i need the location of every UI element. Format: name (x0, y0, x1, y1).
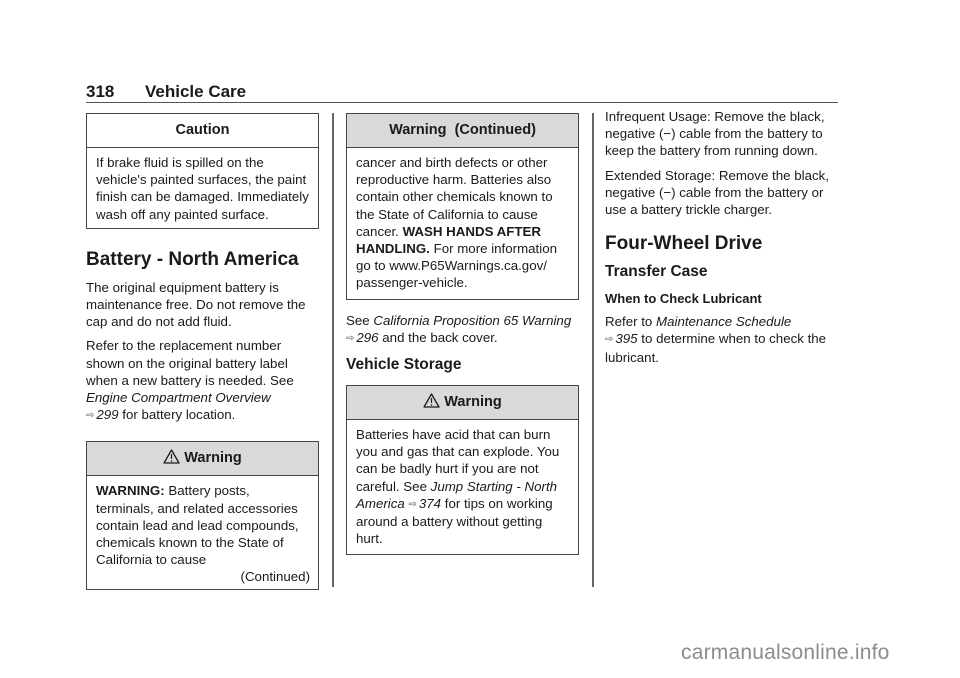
column-divider (592, 113, 594, 587)
four-wheel-drive-heading: Four-Wheel Drive (605, 233, 763, 255)
warning-header: Warning (347, 386, 578, 421)
warning-header: Warning (87, 442, 318, 477)
page-ref-395[interactable]: 395 (615, 331, 637, 346)
column-1: Caution If brake fluid is spilled on the… (86, 113, 319, 590)
warning-lead: WARNING: (96, 483, 165, 499)
infrequent-usage-para: Infrequent Usage: Remove the black, nega… (605, 109, 825, 159)
warning-continued-body: cancer and birth defects or other reprod… (356, 155, 557, 291)
page-header: 318 Vehicle Care (86, 82, 838, 103)
page-ref-arrow-icon: ⇨ (605, 334, 614, 346)
ref-prop65[interactable]: California Proposition 65 Warning (373, 313, 571, 328)
continued-label: (Continued) (240, 569, 310, 585)
page-number: 318 (86, 82, 115, 101)
warning-continued-title: Warning (Continued) (347, 114, 578, 148)
warning-body: WARNING: Battery posts, terminals, and r… (96, 483, 310, 585)
warning-continued-box: Warning (Continued) cancer and birth def… (346, 113, 579, 300)
storage-warning-body: Batteries have acid that can burn you an… (356, 427, 560, 547)
caution-box: Caution If brake fluid is spilled on the… (86, 113, 319, 229)
page-ref-arrow-icon: ⇨ (86, 410, 95, 422)
column-divider (332, 113, 334, 587)
warning-box-lead: Warning WARNING: Battery posts, terminal… (86, 441, 319, 590)
extended-storage-para: Extended Storage: Remove the black, nega… (605, 167, 829, 218)
column-2: Warning (Continued) cancer and birth def… (346, 113, 579, 556)
column-3: Infrequent Usage: Remove the black, nega… (605, 108, 845, 373)
page-ref-arrow-icon: ⇨ (346, 332, 355, 344)
check-lubricant-heading: When to Check Lubricant (605, 291, 762, 307)
ref-maintenance-schedule[interactable]: Maintenance Schedule (656, 314, 791, 329)
warning-triangle-icon (423, 393, 440, 408)
page-ref-arrow-icon: ⇨ (408, 498, 417, 510)
caution-text: If brake fluid is spilled on the vehicle… (96, 155, 309, 222)
ref-engine-compartment[interactable]: Engine Compartment Overview (86, 390, 271, 405)
warning-title: Warning (444, 394, 502, 411)
page-ref-374[interactable]: 374 (419, 496, 441, 511)
battery-heading: Battery - North America (86, 248, 299, 270)
watermark: carmanualsonline.info (681, 641, 890, 664)
transfer-case-heading: Transfer Case (605, 263, 708, 281)
warning-triangle-icon (163, 449, 180, 465)
vehicle-storage-heading: Vehicle Storage (346, 356, 462, 374)
page-ref-299[interactable]: 299 (96, 407, 118, 422)
page-ref-296[interactable]: 296 (356, 330, 378, 345)
battery-para-2: Refer to the replacement number shown on… (86, 338, 294, 423)
storage-warning-box: Warning Batteries have acid that can bur… (346, 385, 579, 556)
lubricant-para: Refer to Maintenance Schedule ⇨ 395 to de… (605, 314, 827, 365)
warning-title: Warning (184, 450, 242, 467)
caution-title: Caution (87, 114, 318, 148)
section-title: Vehicle Care (145, 82, 247, 101)
see-prop65-para: See California Proposition 65 Warning ⇨ 2… (346, 312, 572, 345)
battery-para-1: The original equipment battery is mainte… (86, 279, 306, 330)
